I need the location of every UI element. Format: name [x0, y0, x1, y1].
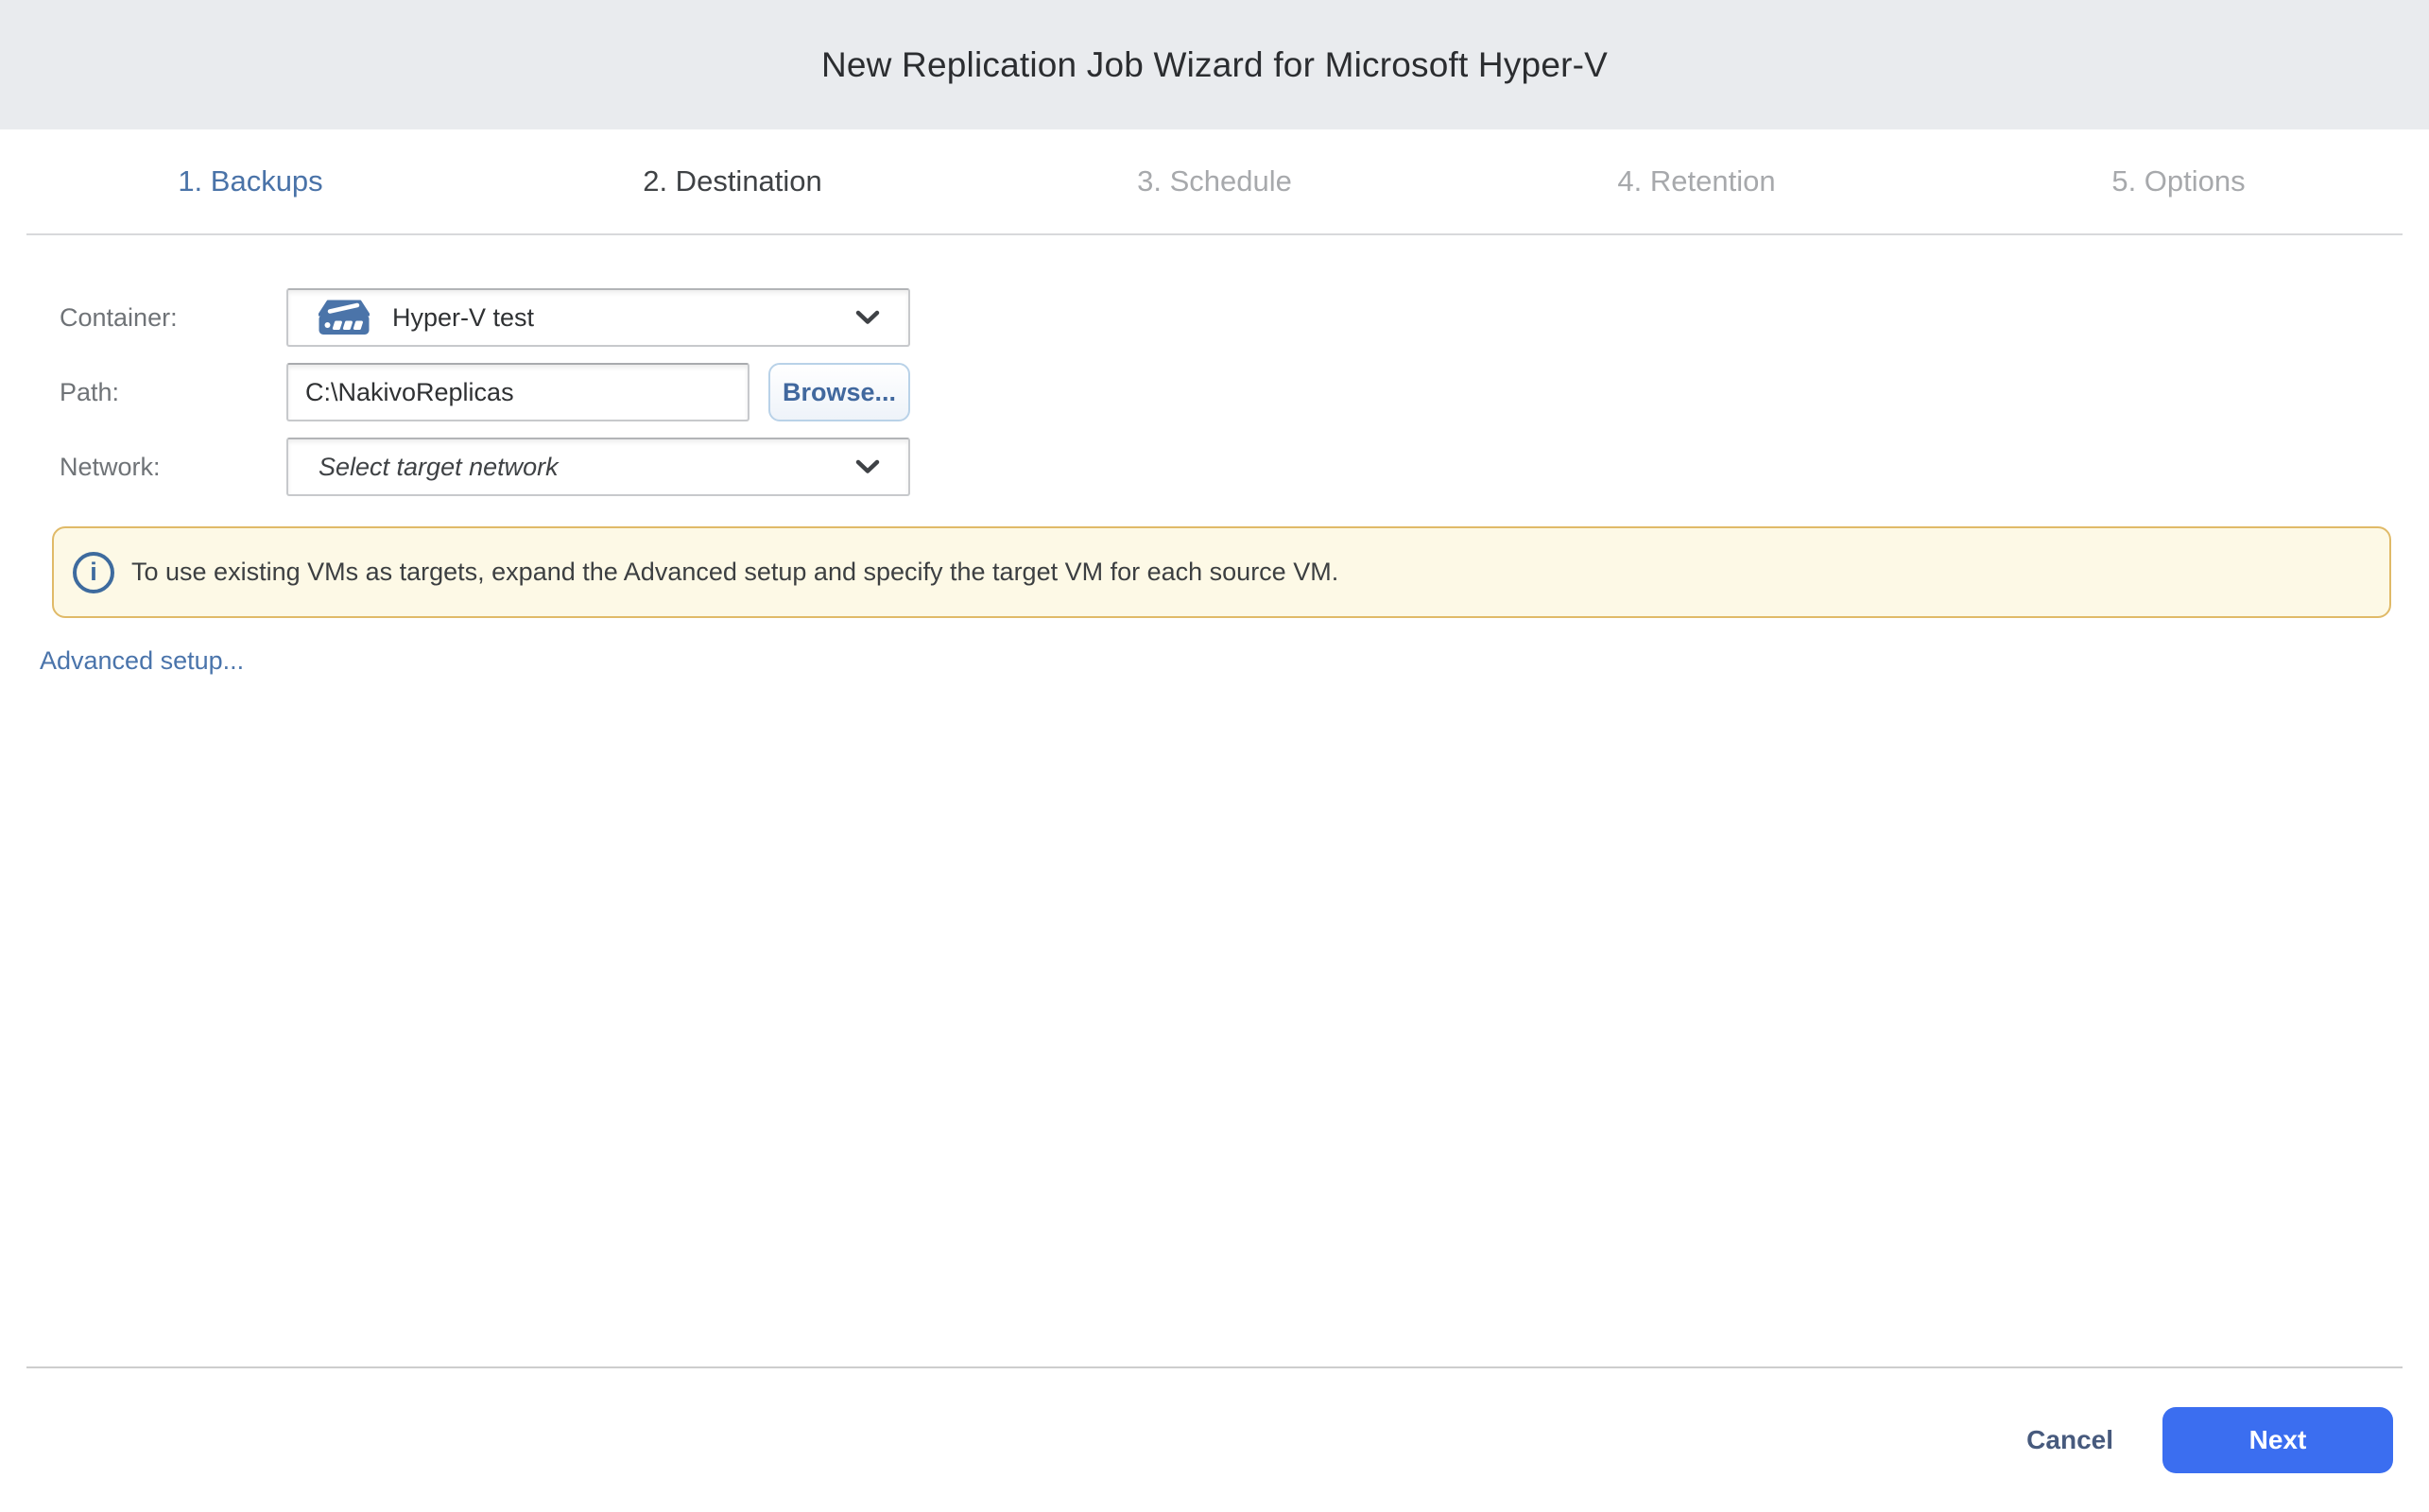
tab-backups[interactable]: 1. Backups: [9, 164, 491, 198]
wizard-header: New Replication Job Wizard for Microsoft…: [0, 0, 2429, 129]
network-placeholder: Select target network: [319, 453, 559, 482]
browse-button[interactable]: Browse...: [768, 363, 910, 421]
path-label: Path:: [60, 378, 286, 407]
container-row: Container: Hyper-V test: [60, 288, 2429, 347]
container-value: Hyper-V test: [392, 303, 534, 333]
chevron-down-icon: [855, 459, 880, 474]
chevron-down-icon: [855, 310, 880, 325]
container-select[interactable]: Hyper-V test: [286, 288, 910, 347]
wizard-dialog: New Replication Job Wizard for Microsoft…: [0, 0, 2429, 1512]
tab-schedule: 3. Schedule: [973, 164, 1456, 198]
cancel-button[interactable]: Cancel: [2021, 1424, 2119, 1456]
wizard-footer: Cancel Next: [0, 1368, 2429, 1512]
info-banner: i To use existing VMs as targets, expand…: [52, 526, 2391, 618]
tab-destination[interactable]: 2. Destination: [491, 164, 973, 198]
next-button[interactable]: Next: [2162, 1407, 2393, 1473]
destination-form: Container: Hyper-V test Path:: [0, 235, 2429, 676]
network-select[interactable]: Select target network: [286, 438, 910, 496]
network-row: Network: Select target network: [60, 438, 2429, 496]
info-icon: i: [73, 552, 114, 593]
wizard-steps: 1. Backups 2. Destination 3. Schedule 4.…: [0, 129, 2429, 233]
advanced-setup-link[interactable]: Advanced setup...: [40, 646, 244, 676]
tab-retention: 4. Retention: [1456, 164, 1938, 198]
container-label: Container:: [60, 303, 286, 333]
hyperv-host-icon: [319, 300, 370, 335]
path-input[interactable]: [286, 363, 749, 421]
path-row: Path: Browse...: [60, 363, 2429, 421]
network-label: Network:: [60, 453, 286, 482]
tab-options: 5. Options: [1938, 164, 2420, 198]
info-banner-text: To use existing VMs as targets, expand t…: [131, 558, 1338, 587]
wizard-title: New Replication Job Wizard for Microsoft…: [821, 45, 1608, 85]
